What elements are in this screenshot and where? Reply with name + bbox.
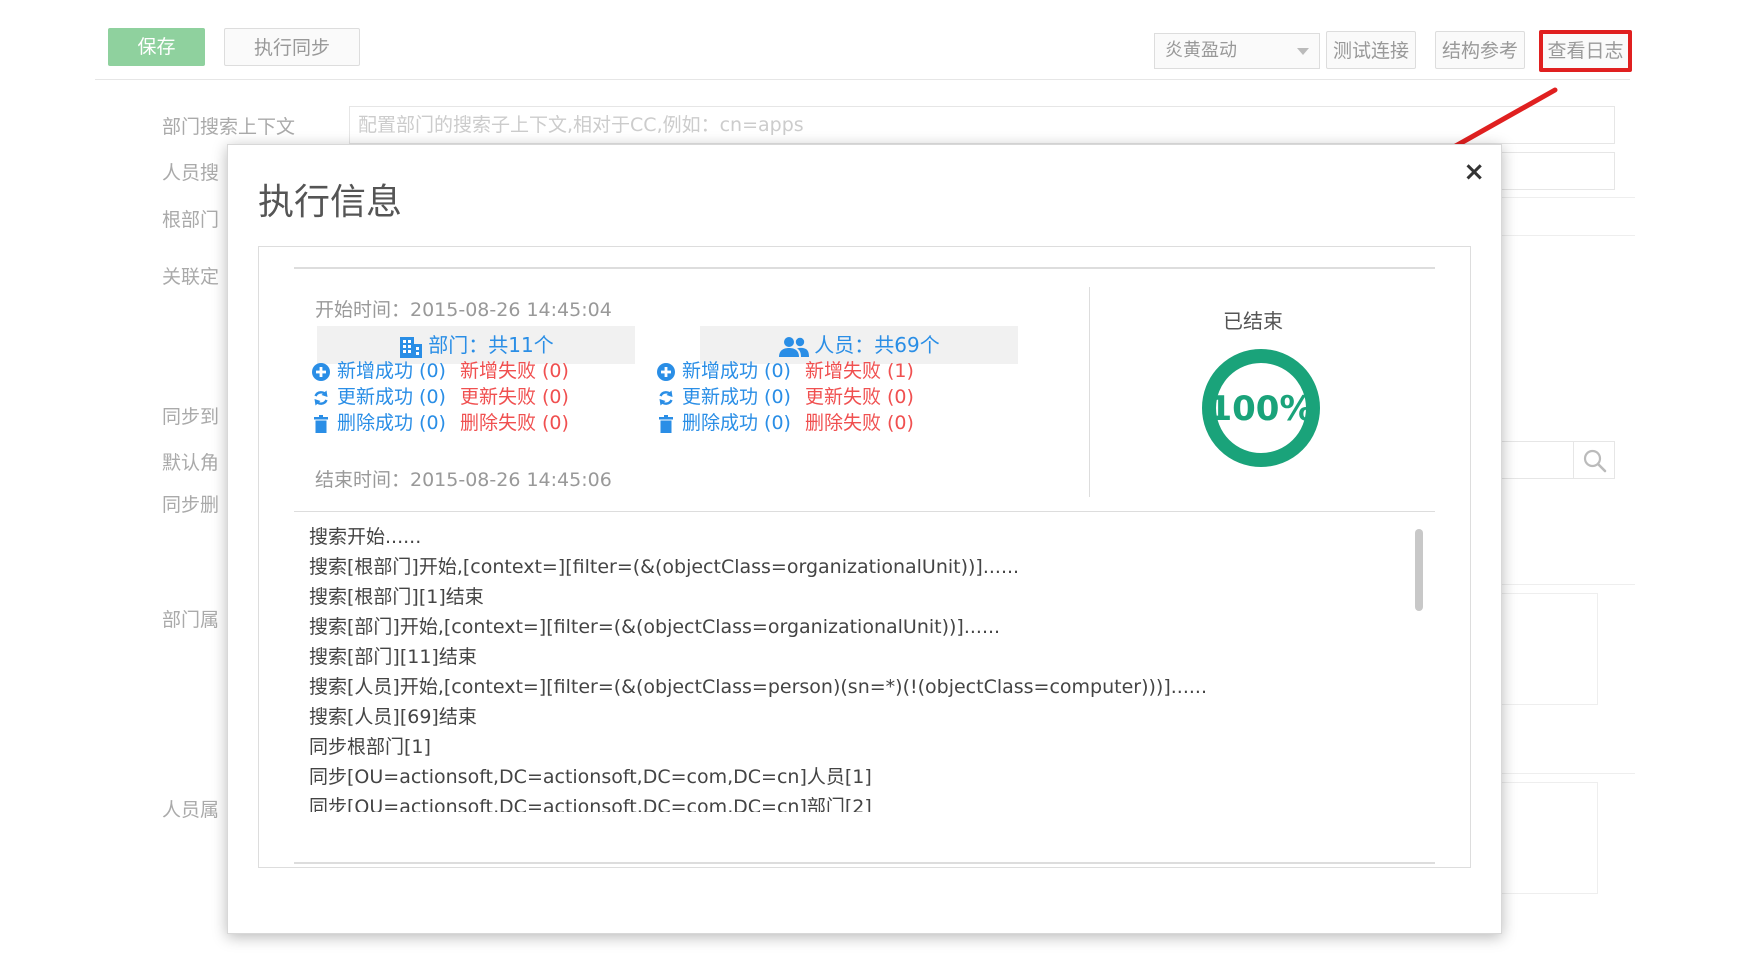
user-update-row: 更新成功 (0) 更新失败 (0) [656, 383, 914, 411]
toolbar: 保存 执行同步 炎黄盈动 测试连接 结构参考 查看日志 [0, 0, 1740, 80]
log-line: 搜索[根部门][1]结束 [309, 586, 484, 608]
dept-update-row: 更新成功 (0) 更新失败 (0) [311, 383, 569, 411]
close-icon[interactable]: × [1463, 157, 1485, 187]
save-button[interactable]: 保存 [108, 28, 205, 66]
trash-icon [659, 414, 673, 433]
user-update-fail[interactable]: 更新失败 (0) [805, 386, 914, 408]
dept-update-success[interactable]: 更新成功 (0) [337, 386, 446, 408]
refresh-icon [314, 390, 328, 405]
view-log-button[interactable]: 查看日志 [1539, 30, 1632, 72]
log-line: 搜索[部门]开始,[context=][filter=(&(objectClas… [309, 616, 1001, 638]
search-button[interactable] [1573, 441, 1615, 479]
user-attr-label: 人员属 [162, 799, 220, 821]
user-search-label: 人员搜 [162, 162, 220, 184]
divider [1500, 584, 1635, 585]
log-line: 搜索[部门][11]结束 [309, 646, 477, 668]
dept-add-row: 新增成功 (0) 新增失败 (0) [311, 357, 569, 385]
plus-circle-icon [312, 362, 330, 381]
log-line: 搜索[根部门]开始,[context=][filter=(&(objectCla… [309, 556, 1020, 578]
user-group-label: 人员：共69个 [814, 333, 940, 357]
log-output[interactable]: 搜索开始...... 搜索[根部门]开始,[context=][filter=(&… [309, 522, 1419, 812]
structure-reference-button[interactable]: 结构参考 [1435, 31, 1525, 69]
users-icon [779, 336, 810, 357]
sync-delete-label: 同步删 [162, 494, 220, 516]
user-delete-success[interactable]: 删除成功 (0) [682, 412, 791, 434]
execute-sync-button[interactable]: 执行同步 [224, 28, 360, 66]
progress-text: 100% [1208, 389, 1313, 429]
log-line: 搜索[人员]开始,[context=][filter=(&(objectClas… [309, 676, 1207, 698]
dept-search-label: 部门搜索上下文 [162, 116, 296, 138]
log-scrollbar[interactable] [1415, 529, 1423, 611]
sync-to-label: 同步到 [162, 406, 220, 428]
start-time: 开始时间：2015-08-26 14:45:04 [315, 299, 612, 321]
log-line: 搜索开始...... [309, 526, 422, 548]
refresh-icon [659, 390, 673, 405]
test-connection-button[interactable]: 测试连接 [1326, 31, 1416, 69]
log-line: 搜索[人员][69]结束 [309, 706, 477, 728]
dept-update-fail[interactable]: 更新失败 (0) [460, 386, 569, 408]
default-role-input[interactable] [1490, 441, 1574, 479]
dept-add-fail[interactable]: 新增失败 (0) [460, 360, 569, 382]
log-line: 同步根部门[1] [309, 736, 431, 758]
company-select[interactable]: 炎黄盈动 [1154, 33, 1320, 69]
related-label: 关联定 [162, 266, 220, 288]
user-add-fail[interactable]: 新增失败 (1) [805, 360, 914, 382]
log-line: 同步[OU=actionsoft,DC=actionsoft,DC=com,DC… [309, 796, 872, 812]
user-attr-table [1500, 782, 1598, 894]
progress-ring: 100% [1202, 349, 1320, 467]
dept-attr-table [1500, 593, 1598, 705]
execution-info-dialog: 执行信息 × 开始时间：2015-08-26 14:45:04 部门：共11个 … [227, 144, 1502, 934]
log-line: 同步[OU=actionsoft,DC=actionsoft,DC=com,DC… [309, 766, 872, 788]
user-add-success[interactable]: 新增成功 (0) [682, 360, 791, 382]
dept-group-label: 部门：共11个 [428, 333, 554, 357]
dept-delete-success[interactable]: 删除成功 (0) [337, 412, 446, 434]
user-delete-row: 删除成功 (0) 删除失败 (0) [656, 409, 914, 437]
vertical-divider [1089, 287, 1090, 497]
divider [1500, 773, 1635, 774]
default-role-label: 默认角 [162, 452, 220, 474]
user-delete-fail[interactable]: 删除失败 (0) [805, 412, 914, 434]
dept-delete-row: 删除成功 (0) 删除失败 (0) [311, 409, 569, 437]
chevron-down-icon [1297, 48, 1309, 55]
dept-delete-fail[interactable]: 删除失败 (0) [460, 412, 569, 434]
root-dept-label: 根部门 [162, 209, 220, 231]
user-add-row: 新增成功 (0) 新增失败 (1) [656, 357, 914, 385]
user-update-success[interactable]: 更新成功 (0) [682, 386, 791, 408]
divider [294, 511, 1435, 512]
dialog-title: 执行信息 [258, 182, 403, 223]
end-time: 结束时间：2015-08-26 14:45:06 [315, 469, 612, 491]
dept-attr-label: 部门属 [162, 609, 220, 631]
divider [294, 862, 1435, 864]
search-icon [1583, 449, 1607, 473]
company-select-value: 炎黄盈动 [1165, 40, 1237, 61]
divider [294, 267, 1435, 269]
trash-icon [314, 414, 328, 433]
plus-circle-icon [657, 362, 675, 381]
building-icon [400, 336, 423, 358]
dept-add-success[interactable]: 新增成功 (0) [337, 360, 446, 382]
execution-summary-panel: 开始时间：2015-08-26 14:45:04 部门：共11个 新增成功 (0… [258, 246, 1471, 868]
status-label: 已结束 [1223, 309, 1283, 333]
